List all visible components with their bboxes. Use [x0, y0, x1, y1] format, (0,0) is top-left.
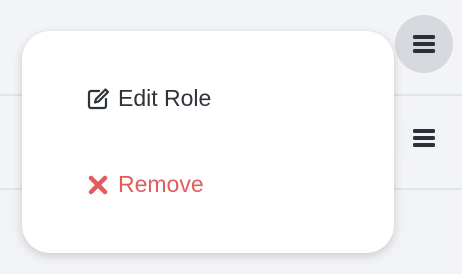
remove-icon [86, 173, 110, 197]
actions-dropdown-menu: Edit Role Remove [22, 31, 394, 253]
row-actions-button[interactable] [395, 15, 453, 73]
hamburger-icon [413, 35, 435, 53]
hamburger-icon [413, 129, 435, 147]
edit-role-label: Edit Role [118, 85, 212, 111]
edit-role-menu-item[interactable]: Edit Role [86, 85, 211, 112]
remove-label: Remove [118, 171, 204, 197]
row-actions-button[interactable] [395, 109, 453, 167]
remove-menu-item[interactable]: Remove [86, 171, 204, 198]
edit-icon [86, 87, 110, 111]
